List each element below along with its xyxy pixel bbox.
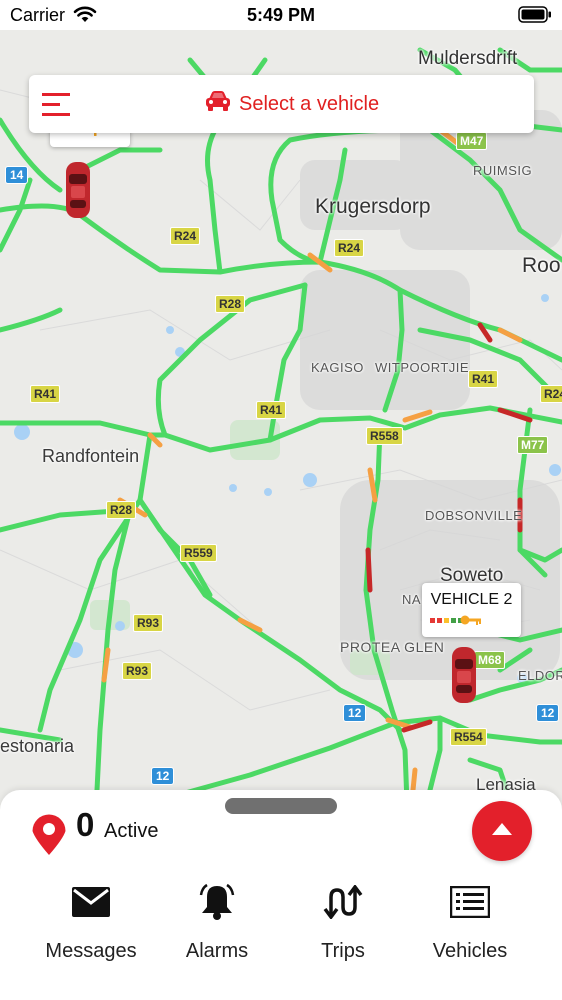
status-bar: Carrier 5:49 PM xyxy=(0,0,562,30)
nav-messages-label: Messages xyxy=(45,940,137,962)
vehicle-car-marker[interactable] xyxy=(63,160,93,220)
route-shield-r93: R93 xyxy=(133,614,164,632)
nav-vehicles-label: Vehicles xyxy=(432,940,508,962)
route-shield-r559: R559 xyxy=(180,544,217,562)
route-shield-m47: M47 xyxy=(456,132,488,150)
map-label-krugersdorp: Krugersdorp xyxy=(315,195,431,218)
vehicle-select-bar[interactable]: Select a vehicle xyxy=(29,75,534,133)
route-shield-r41: R41 xyxy=(468,370,499,388)
map-label-eldorado: ELDORA xyxy=(518,668,562,683)
route-shield-n12: 12 xyxy=(151,767,175,785)
route-shield-r558: R558 xyxy=(366,427,403,445)
map-label-protea-glen: PROTEA GLEN xyxy=(340,639,445,655)
route-shield-n12: 12 xyxy=(343,704,367,722)
location-pin-icon xyxy=(30,812,68,861)
nav-alarms-label: Alarms xyxy=(185,940,249,962)
route-shield-n14: 14 xyxy=(5,166,29,184)
map-label-na: NA xyxy=(402,592,422,607)
route-shield-r28: R28 xyxy=(106,501,137,519)
nav-trips-label: Trips xyxy=(321,940,365,962)
route-shield-r554: R554 xyxy=(450,728,487,746)
map-label-dobsonville: DOBSONVILLE xyxy=(425,508,523,523)
route-shield-r41: R41 xyxy=(256,401,287,419)
nav-vehicles[interactable]: Vehicles xyxy=(407,882,533,972)
map-label-kagiso: KAGISO xyxy=(311,360,364,375)
vehicle-name: VEHICLE 2 xyxy=(430,591,513,608)
bottom-sheet[interactable]: 0 Active Messages Alarms Trips Vehicles xyxy=(0,790,562,1000)
nav-alarms[interactable]: Alarms xyxy=(154,882,280,972)
route-shield-r24: R24 xyxy=(540,385,562,403)
signal-bar-icon xyxy=(430,618,463,623)
map-label-westonaria: estonaria xyxy=(0,736,75,756)
expand-button[interactable] xyxy=(472,801,532,861)
bell-icon xyxy=(154,882,280,922)
route-shield-r93: R93 xyxy=(122,662,153,680)
key-icon xyxy=(460,612,482,628)
caret-up-icon xyxy=(491,822,513,841)
vehicle-car-marker[interactable] xyxy=(449,645,479,705)
select-vehicle-label: Select a vehicle xyxy=(239,92,380,115)
map-label-ruimsig: RUIMSIG xyxy=(473,163,533,178)
route-shield-r24: R24 xyxy=(334,239,365,257)
envelope-icon xyxy=(28,882,154,922)
route-shield-m77: M77 xyxy=(517,436,549,454)
active-count: 0 xyxy=(76,806,95,843)
map-label-randfontein: Randfontein xyxy=(42,446,140,466)
route-shield-r41: R41 xyxy=(30,385,61,403)
map-label-witpoortjie: WITPOORTJIE xyxy=(375,360,470,375)
select-vehicle-button[interactable]: Select a vehicle xyxy=(205,75,379,133)
map-canvas[interactable] xyxy=(0,30,562,830)
map-label-roodepoort: Roo xyxy=(522,254,561,277)
route-shield-n12: 12 xyxy=(536,704,560,722)
drag-handle[interactable] xyxy=(225,798,337,814)
map-view[interactable]: Muldersdrift RUIMSIG Krugersdorp Roo KAG… xyxy=(0,30,562,830)
battery-icon xyxy=(518,6,552,28)
route-shield-r28: R28 xyxy=(215,295,246,313)
map-label-muldersdrift: Muldersdrift xyxy=(418,48,518,69)
trips-icon xyxy=(280,882,406,922)
car-icon xyxy=(205,90,231,118)
vehicle-2-popup[interactable]: VEHICLE 2 xyxy=(422,583,521,637)
clock: 5:49 PM xyxy=(246,5,316,25)
route-shield-r24: R24 xyxy=(170,227,201,245)
nav-trips[interactable]: Trips xyxy=(280,882,406,972)
menu-icon[interactable] xyxy=(42,91,74,119)
nav-messages[interactable]: Messages xyxy=(28,882,154,972)
active-label: Active xyxy=(104,820,159,842)
list-icon xyxy=(407,882,533,922)
